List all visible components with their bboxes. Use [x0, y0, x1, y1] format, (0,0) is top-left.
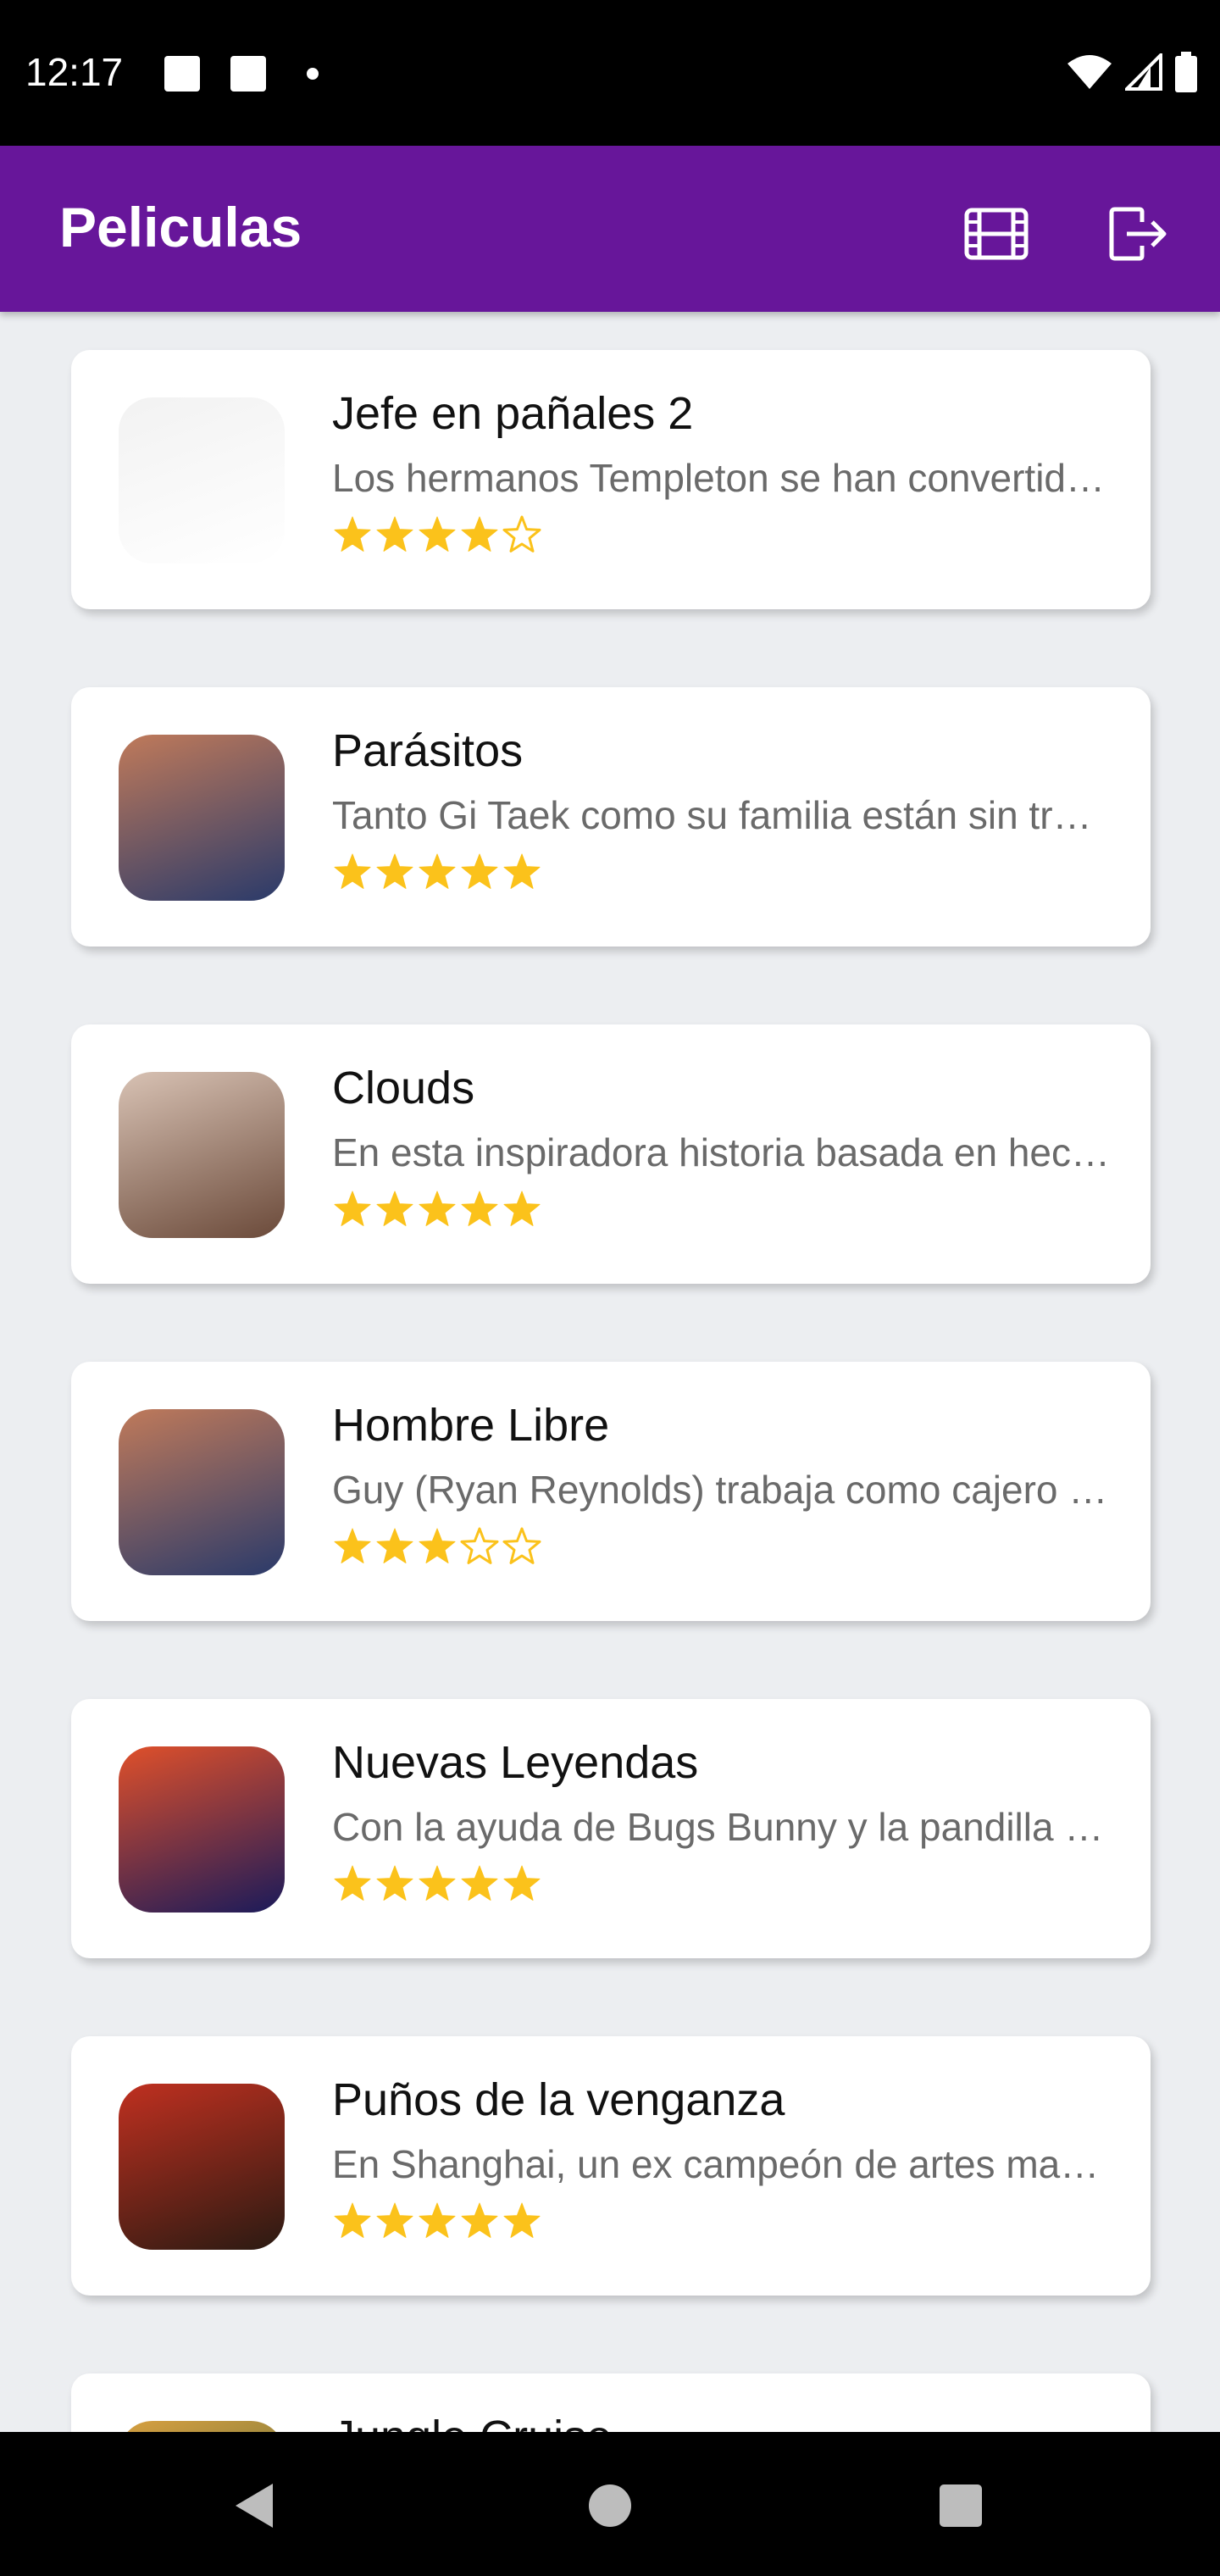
star-filled-icon — [376, 2202, 413, 2238]
cellular-signal-icon — [1125, 53, 1162, 91]
movie-card[interactable]: Jefe en pañales 2 Los hermanos Templeton … — [71, 350, 1151, 609]
movie-card[interactable]: Nuevas Leyendas Con la ayuda de Bugs Bunn… — [71, 1699, 1151, 1958]
recents-icon — [940, 2484, 982, 2527]
movie-card[interactable]: Jungle Cruise — [71, 2373, 1151, 2432]
back-button[interactable] — [203, 2468, 305, 2544]
movie-poster-thumbnail — [119, 1072, 285, 1238]
star-filled-icon — [376, 516, 413, 552]
star-outline-icon — [460, 1527, 499, 1564]
star-filled-icon — [419, 1528, 456, 1563]
movie-card[interactable]: Hombre Libre Guy (Ryan Reynolds) trabaja … — [71, 1362, 1151, 1621]
star-filled-icon — [334, 853, 371, 889]
star-filled-icon — [461, 1865, 498, 1901]
star-outline-icon — [502, 515, 541, 552]
star-filled-icon — [503, 853, 541, 889]
logout-button[interactable] — [1103, 198, 1174, 269]
back-icon — [236, 2484, 273, 2528]
movie-rating — [332, 1526, 542, 1574]
movie-poster-thumbnail — [119, 2084, 285, 2250]
star-filled-icon — [419, 853, 456, 889]
movie-description: En Shanghai, un ex campeón de artes marc… — [332, 2142, 1112, 2186]
movie-title: Nuevas Leyendas — [332, 1737, 699, 1788]
movie-title: Jungle Cruise — [332, 2411, 1112, 2432]
star-filled-icon — [461, 1191, 498, 1226]
movie-card[interactable]: Clouds En esta inspiradora historia basad… — [71, 1024, 1151, 1284]
movie-poster-thumbnail — [119, 397, 285, 564]
star-filled-icon — [376, 1528, 413, 1563]
star-outline-icon — [502, 1527, 541, 1564]
app-bar: Peliculas — [0, 146, 1220, 312]
star-filled-icon — [376, 853, 413, 889]
star-filled-icon — [376, 1191, 413, 1226]
status-time: 12:17 — [25, 50, 124, 94]
star-filled-icon — [334, 1865, 371, 1901]
movie-card[interactable]: Puños de la venganza En Shanghai, un ex c… — [71, 2036, 1151, 2296]
movie-rating — [332, 514, 542, 562]
movie-title: Hombre Libre — [332, 1400, 610, 1451]
movie-description: Tanto Gi Taek como su familia están sin … — [332, 793, 1112, 837]
movie-description: Con la ayuda de Bugs Bunny y la pandilla… — [332, 1805, 1112, 1849]
star-filled-icon — [461, 516, 498, 552]
movie-rating — [332, 2201, 542, 2248]
wifi-icon — [1068, 55, 1112, 89]
movie-description: Los hermanos Templeton se han convertido… — [332, 456, 1112, 500]
star-filled-icon — [334, 516, 371, 552]
status-bar: 12:17 — [0, 0, 1220, 146]
movie-title: Jefe en pañales 2 — [332, 388, 694, 439]
star-filled-icon — [419, 1865, 456, 1901]
star-filled-icon — [419, 2202, 456, 2238]
battery-icon — [1175, 52, 1197, 92]
logout-icon — [1109, 207, 1167, 261]
movie-card[interactable]: Parásitos Tanto Gi Taek como su familia e… — [71, 687, 1151, 947]
star-filled-icon — [419, 516, 456, 552]
movie-title: Puños de la venganza — [332, 2074, 785, 2125]
notification-icon — [230, 56, 266, 92]
movie-rating — [332, 1863, 542, 1911]
movie-description: Guy (Ryan Reynolds) trabaja como cajero … — [332, 1468, 1112, 1512]
star-filled-icon — [503, 1865, 541, 1901]
star-filled-icon — [419, 1191, 456, 1226]
movie-poster-thumbnail — [119, 1409, 285, 1575]
page-title: Peliculas — [59, 196, 302, 258]
navigation-bar — [0, 2432, 1220, 2576]
star-filled-icon — [461, 853, 498, 889]
more-notifications-icon — [307, 68, 319, 80]
movie-title: Clouds — [332, 1063, 475, 1113]
movie-poster-thumbnail — [119, 2421, 285, 2432]
recents-button[interactable] — [910, 2468, 1012, 2544]
home-icon — [589, 2484, 631, 2527]
star-filled-icon — [503, 1191, 541, 1226]
star-filled-icon — [334, 1528, 371, 1563]
notification-icon — [164, 56, 200, 92]
status-icons — [1066, 51, 1198, 93]
movie-rating — [332, 852, 542, 899]
home-button[interactable] — [559, 2468, 661, 2544]
film-icon — [964, 208, 1029, 260]
star-filled-icon — [503, 2202, 541, 2238]
star-filled-icon — [461, 2202, 498, 2238]
star-filled-icon — [334, 2202, 371, 2238]
movie-rating — [332, 1189, 542, 1236]
movie-description: En esta inspiradora historia basada en h… — [332, 1130, 1112, 1174]
movie-poster-thumbnail — [119, 735, 285, 901]
movie-list[interactable]: Jefe en pañales 2 Los hermanos Templeton … — [0, 312, 1220, 2432]
movie-poster-thumbnail — [119, 1746, 285, 1913]
star-filled-icon — [376, 1865, 413, 1901]
movies-button[interactable] — [961, 198, 1032, 269]
movie-title: Parásitos — [332, 725, 524, 776]
star-filled-icon — [334, 1191, 371, 1226]
